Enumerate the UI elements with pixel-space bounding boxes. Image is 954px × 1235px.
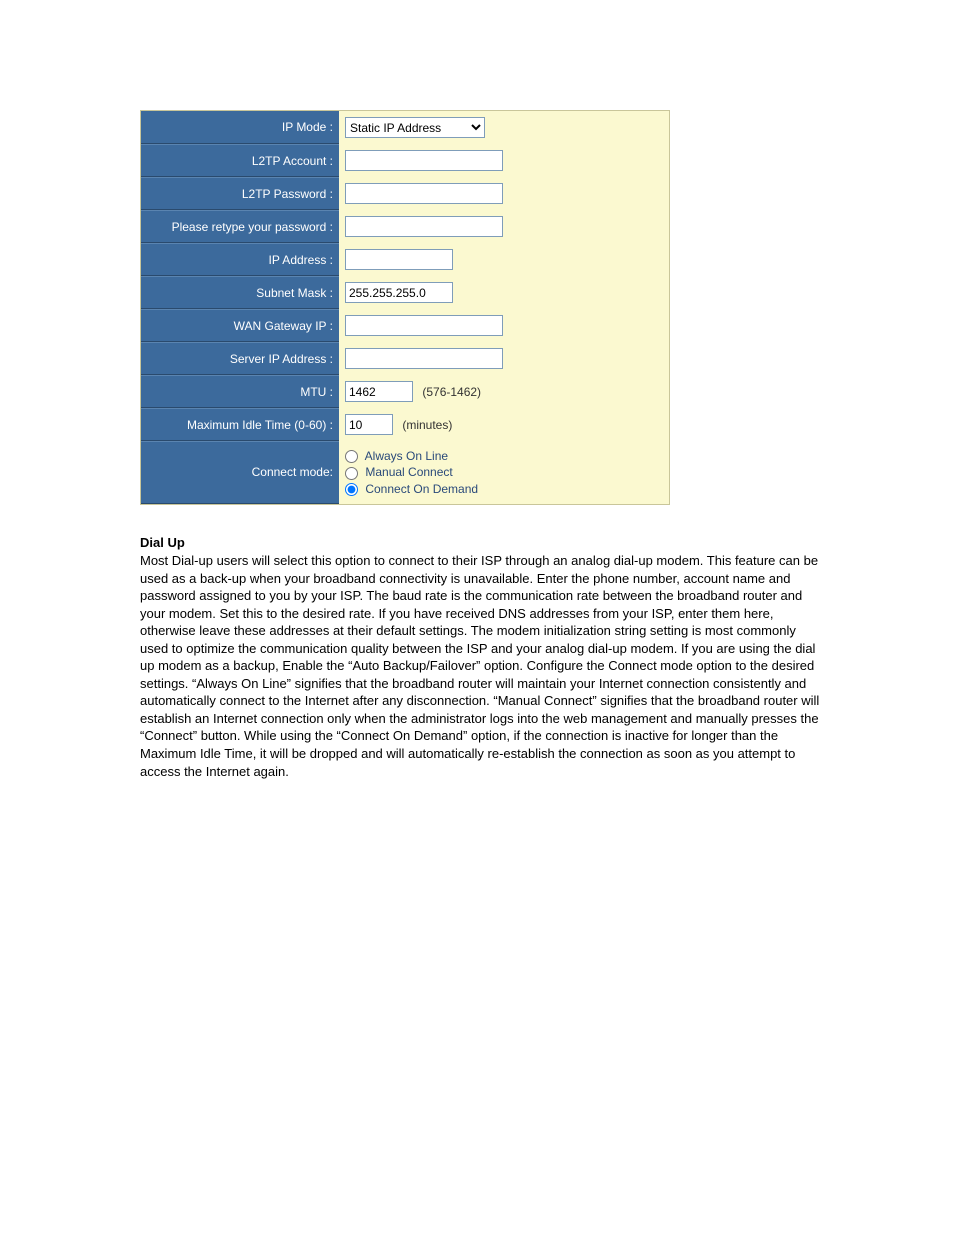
- wan-gateway-ip-field[interactable]: [345, 315, 503, 336]
- connect-mode-demand[interactable]: Connect On Demand: [345, 482, 663, 496]
- connect-mode-label: Connect mode:: [141, 441, 339, 504]
- l2tp-password-field[interactable]: [345, 183, 503, 204]
- server-ip-address-field[interactable]: [345, 348, 503, 369]
- connect-mode-group: Always On Line Manual Connect Connect On…: [345, 449, 663, 496]
- subnet-mask-field[interactable]: [345, 282, 453, 303]
- config-table: IP Mode : Static IP Address L2TP Account…: [140, 110, 670, 505]
- ip-address-label: IP Address :: [141, 243, 339, 276]
- ip-address-field[interactable]: [345, 249, 453, 270]
- server-ip-address-label: Server IP Address :: [141, 342, 339, 375]
- dialup-body: Most Dial-up users will select this opti…: [140, 552, 820, 780]
- subnet-mask-label: Subnet Mask :: [141, 276, 339, 309]
- retype-password-label: Please retype your password :: [141, 210, 339, 243]
- max-idle-hint: (minutes): [396, 418, 452, 432]
- l2tp-account-label: L2TP Account :: [141, 144, 339, 177]
- connect-mode-always[interactable]: Always On Line: [345, 449, 663, 463]
- mtu-label: MTU :: [141, 375, 339, 408]
- dialup-heading: Dial Up: [140, 535, 820, 550]
- connect-mode-always-text: Always On Line: [365, 449, 448, 463]
- ip-mode-label: IP Mode :: [141, 111, 339, 144]
- connect-mode-always-radio[interactable]: [345, 450, 358, 463]
- connect-mode-demand-radio[interactable]: [345, 483, 358, 496]
- connect-mode-manual[interactable]: Manual Connect: [345, 465, 663, 479]
- retype-password-field[interactable]: [345, 216, 503, 237]
- mtu-hint: (576-1462): [416, 385, 481, 399]
- max-idle-label: Maximum Idle Time (0-60) :: [141, 408, 339, 441]
- connect-mode-manual-text: Manual Connect: [365, 465, 452, 479]
- wan-gateway-ip-label: WAN Gateway IP :: [141, 309, 339, 342]
- connect-mode-demand-text: Connect On Demand: [365, 482, 478, 496]
- ip-mode-select[interactable]: Static IP Address: [345, 117, 485, 138]
- l2tp-password-label: L2TP Password :: [141, 177, 339, 210]
- l2tp-account-field[interactable]: [345, 150, 503, 171]
- mtu-field[interactable]: [345, 381, 413, 402]
- connect-mode-manual-radio[interactable]: [345, 467, 358, 480]
- dialup-section: Dial Up Most Dial-up users will select t…: [140, 535, 820, 780]
- max-idle-field[interactable]: [345, 414, 393, 435]
